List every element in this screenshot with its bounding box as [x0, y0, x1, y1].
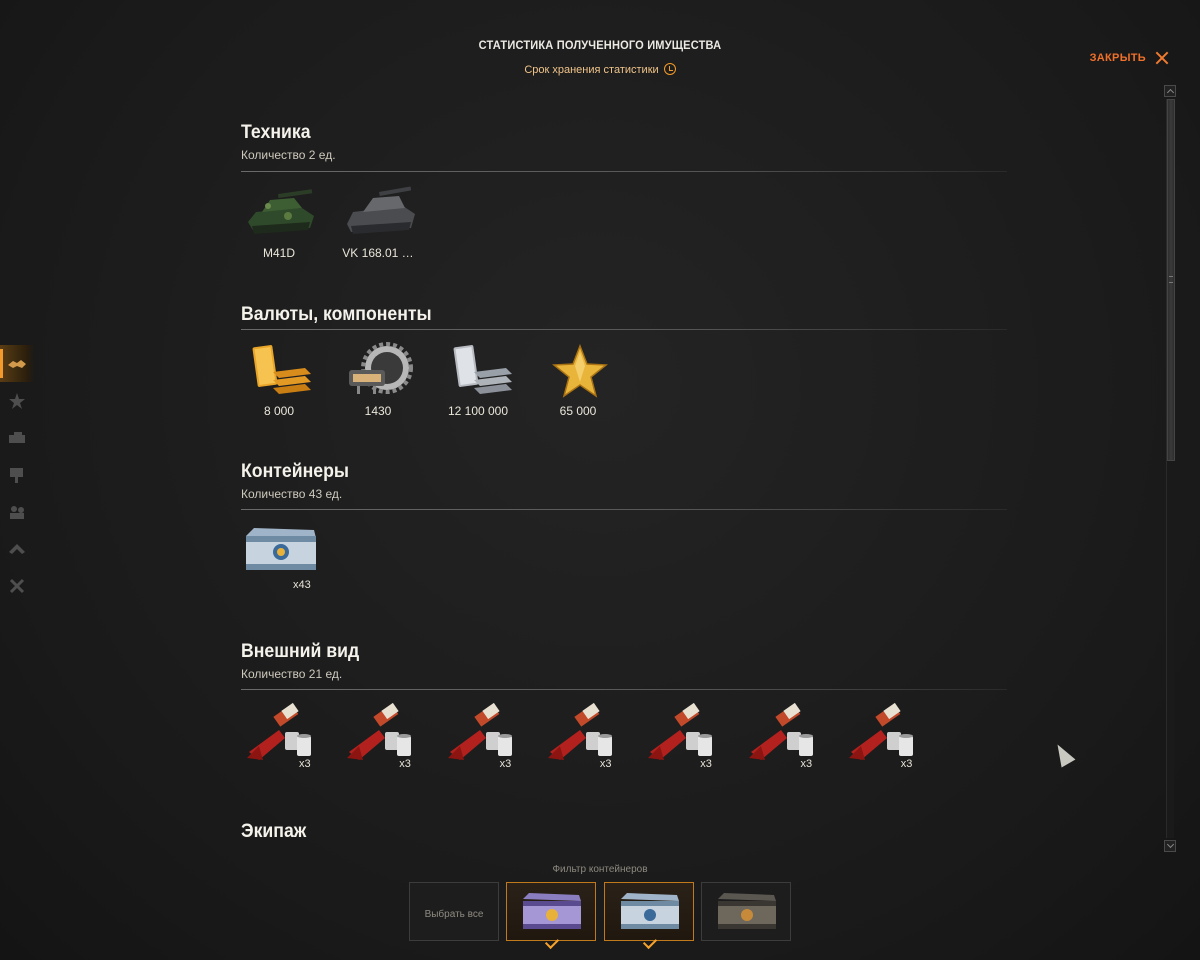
currency-item[interactable]: 1430	[340, 342, 420, 422]
appearance-item[interactable]: x3	[743, 702, 823, 782]
scrollbar[interactable]	[1164, 85, 1176, 852]
section-crew: Экипаж	[241, 821, 1007, 843]
filter-container-purple[interactable]	[506, 882, 596, 950]
scroll-track[interactable]	[1166, 99, 1175, 838]
item-label: M41D	[262, 246, 295, 260]
section-title: Валюты, компоненты	[241, 304, 432, 325]
filter-container-dark[interactable]	[701, 882, 791, 941]
container-purple-icon	[523, 893, 581, 929]
divider	[241, 171, 1007, 172]
container-silver-icon	[621, 893, 679, 929]
crew-icon	[10, 505, 24, 519]
vehicle-item[interactable]: VK 168.01 …	[340, 186, 420, 266]
tank-green-icon	[248, 189, 314, 234]
section-count: Количество 43 ед.	[241, 487, 343, 501]
select-all-label: Выбрать все	[424, 909, 484, 920]
camouflage-paint-icon	[648, 702, 713, 760]
side-tabs	[0, 345, 36, 604]
section-title: Контейнеры	[241, 461, 349, 482]
tab-all-icon[interactable]	[0, 345, 34, 382]
section-count: Количество 2 ед.	[241, 148, 336, 162]
container-item[interactable]: x43	[241, 522, 321, 602]
appearance-item[interactable]: x3	[843, 702, 923, 782]
item-label: VK 168.01 …	[342, 246, 414, 260]
appearance-item[interactable]: x3	[241, 702, 321, 782]
tab-crew[interactable]	[0, 493, 34, 530]
item-label: 65 000	[559, 404, 597, 418]
section-title: Внешний вид	[241, 641, 360, 662]
close-label: ЗАКРЫТЬ	[1089, 52, 1146, 64]
item-quantity: x3	[900, 758, 913, 770]
tank-grey-icon	[347, 186, 415, 234]
section-currencies: Валюты, компоненты	[241, 304, 1007, 326]
scroll-thumb[interactable]	[1167, 99, 1175, 461]
clock-icon[interactable]	[663, 63, 676, 75]
section-containers: Контейнеры Количество 43 ед.	[241, 461, 1007, 501]
check-icon	[544, 934, 560, 950]
item-quantity: x3	[800, 758, 813, 770]
container-silver-icon	[246, 528, 316, 570]
tab-equipment[interactable]	[0, 456, 34, 493]
filter-label: Фильтр контейнеров	[552, 864, 648, 875]
vehicle-item[interactable]: M41D	[241, 186, 321, 266]
divider	[241, 689, 1007, 690]
silver-bars-icon	[453, 345, 512, 394]
equipment-gear-icon	[349, 342, 413, 394]
currency-item[interactable]: 8 000	[241, 342, 321, 422]
free-xp-star-icon	[551, 343, 609, 398]
star-badge-icon	[9, 392, 25, 409]
page-title: СТАТИСТИКА ПОЛУЧЕННОГО ИМУЩЕСТВА	[478, 38, 722, 52]
tank-icon	[9, 431, 25, 443]
chevron-up-icon	[9, 543, 25, 554]
scroll-down-button[interactable]	[1164, 840, 1176, 852]
tab-rank[interactable]	[0, 530, 34, 567]
container-dark-icon	[718, 893, 776, 929]
camouflage-paint-icon	[347, 702, 412, 760]
appearance-item[interactable]: x3	[341, 702, 421, 782]
appearance-item[interactable]: x3	[642, 702, 722, 782]
storage-period[interactable]: Срок хранения статистики	[0, 63, 1200, 76]
item-quantity: x3	[700, 758, 712, 770]
item-quantity: x3	[299, 758, 311, 770]
section-title: Экипаж	[241, 821, 307, 842]
camouflage-paint-icon	[748, 702, 813, 760]
item-label: 8 000	[263, 404, 295, 418]
mouse-cursor	[1050, 740, 1076, 768]
divider	[241, 329, 1007, 330]
item-quantity: x3	[399, 758, 411, 770]
divider	[241, 509, 1007, 510]
item-quantity: x3	[499, 758, 512, 770]
tab-vehicles[interactable]	[0, 419, 34, 456]
appearance-item[interactable]: x3	[442, 702, 522, 782]
tab-achievements[interactable]	[0, 382, 34, 419]
item-quantity: x43	[293, 579, 311, 591]
item-quantity: x3	[599, 758, 612, 770]
section-appearance: Внешний вид Количество 21 ед.	[241, 641, 1007, 681]
handshake-icon	[8, 359, 26, 368]
flag-icon	[10, 467, 23, 483]
camouflage-paint-icon	[247, 702, 311, 760]
close-button[interactable]: ЗАКРЫТЬ	[1090, 50, 1170, 66]
tab-tools[interactable]	[0, 567, 34, 604]
item-label: 12 100 000	[447, 404, 509, 418]
camouflage-paint-icon	[447, 702, 512, 760]
select-all-button[interactable]: Выбрать все	[409, 882, 499, 941]
tools-icon	[9, 578, 25, 593]
close-icon	[1154, 50, 1170, 66]
storage-period-label: Срок хранения статистики	[524, 64, 659, 76]
section-vehicles: Техника Количество 2 ед.	[241, 122, 1007, 162]
camouflage-paint-icon	[848, 702, 913, 760]
section-count: Количество 21 ед.	[241, 667, 343, 681]
appearance-item[interactable]: x3	[542, 702, 622, 782]
item-label: 1430	[364, 404, 392, 418]
check-icon	[642, 934, 658, 950]
section-title: Техника	[241, 122, 311, 143]
camouflage-paint-icon	[547, 702, 612, 760]
filter-container-silver[interactable]	[604, 882, 694, 950]
gold-bars-icon	[252, 345, 311, 394]
currency-item[interactable]: 12 100 000	[440, 342, 520, 422]
currency-item[interactable]: 65 000	[540, 342, 620, 422]
scroll-up-button[interactable]	[1164, 85, 1176, 97]
